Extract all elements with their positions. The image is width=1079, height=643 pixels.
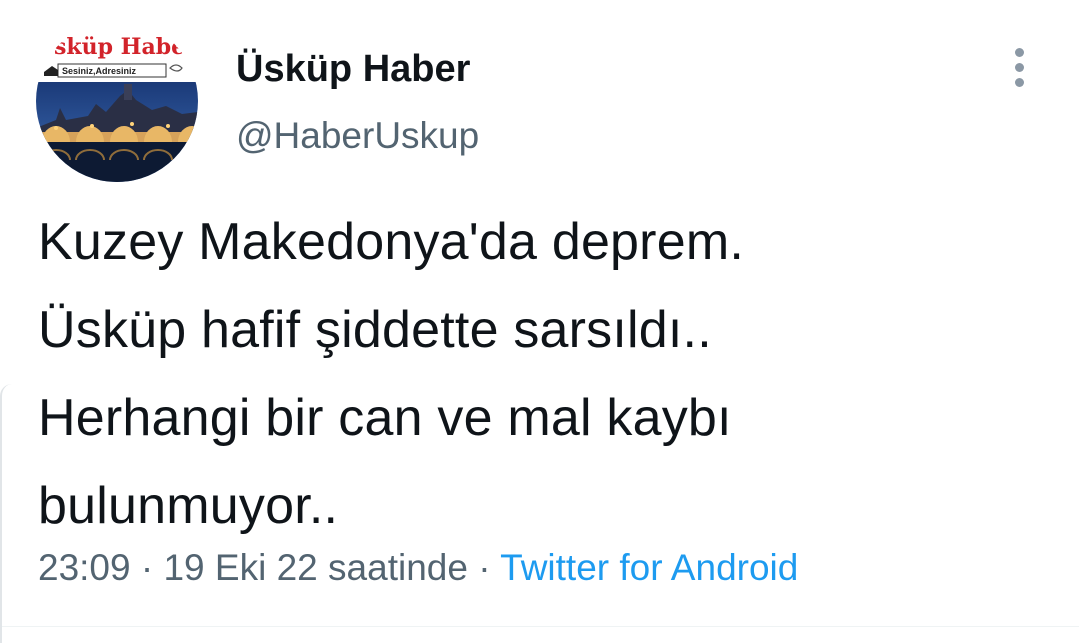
user-handle[interactable]: @HaberUskup bbox=[236, 113, 479, 159]
meta-separator: · bbox=[140, 547, 154, 588]
divider bbox=[0, 626, 1079, 627]
tweet-text: Kuzey Makedonya'da deprem. Üsküp hafif ş… bbox=[38, 198, 1048, 550]
tweet-text-line: Kuzey Makedonya'da deprem. bbox=[38, 213, 744, 271]
display-name[interactable]: Üsküp Haber bbox=[236, 46, 470, 92]
tweet-card: sküp Habe Sesiniz,Adresiniz Üsküp Haber … bbox=[0, 0, 1079, 643]
tweet-metadata: 23:09 · 19 Eki 22 saatinde · Twitter for… bbox=[38, 545, 798, 591]
avatar[interactable]: sküp Habe Sesiniz,Adresiniz bbox=[36, 20, 198, 182]
tweet-text-line: bulunmuyor.. bbox=[38, 477, 339, 535]
tweet-time[interactable]: 23:09 bbox=[38, 547, 131, 588]
left-edge-border bbox=[0, 384, 12, 643]
svg-text:sküp Habe: sküp Habe bbox=[54, 34, 185, 60]
tweet-date[interactable]: 19 Eki 22 saatinde bbox=[163, 547, 467, 588]
source-link[interactable]: Twitter for Android bbox=[500, 547, 798, 588]
meta-separator: · bbox=[478, 547, 491, 588]
svg-text:Sesiniz,Adresiniz: Sesiniz,Adresiniz bbox=[62, 66, 137, 76]
more-vertical-icon[interactable] bbox=[1004, 44, 1036, 90]
tweet-text-line: Herhangi bir can ve mal kaybı bbox=[38, 389, 732, 447]
tweet-text-line: Üsküp hafif şiddette sarsıldı.. bbox=[38, 301, 712, 359]
